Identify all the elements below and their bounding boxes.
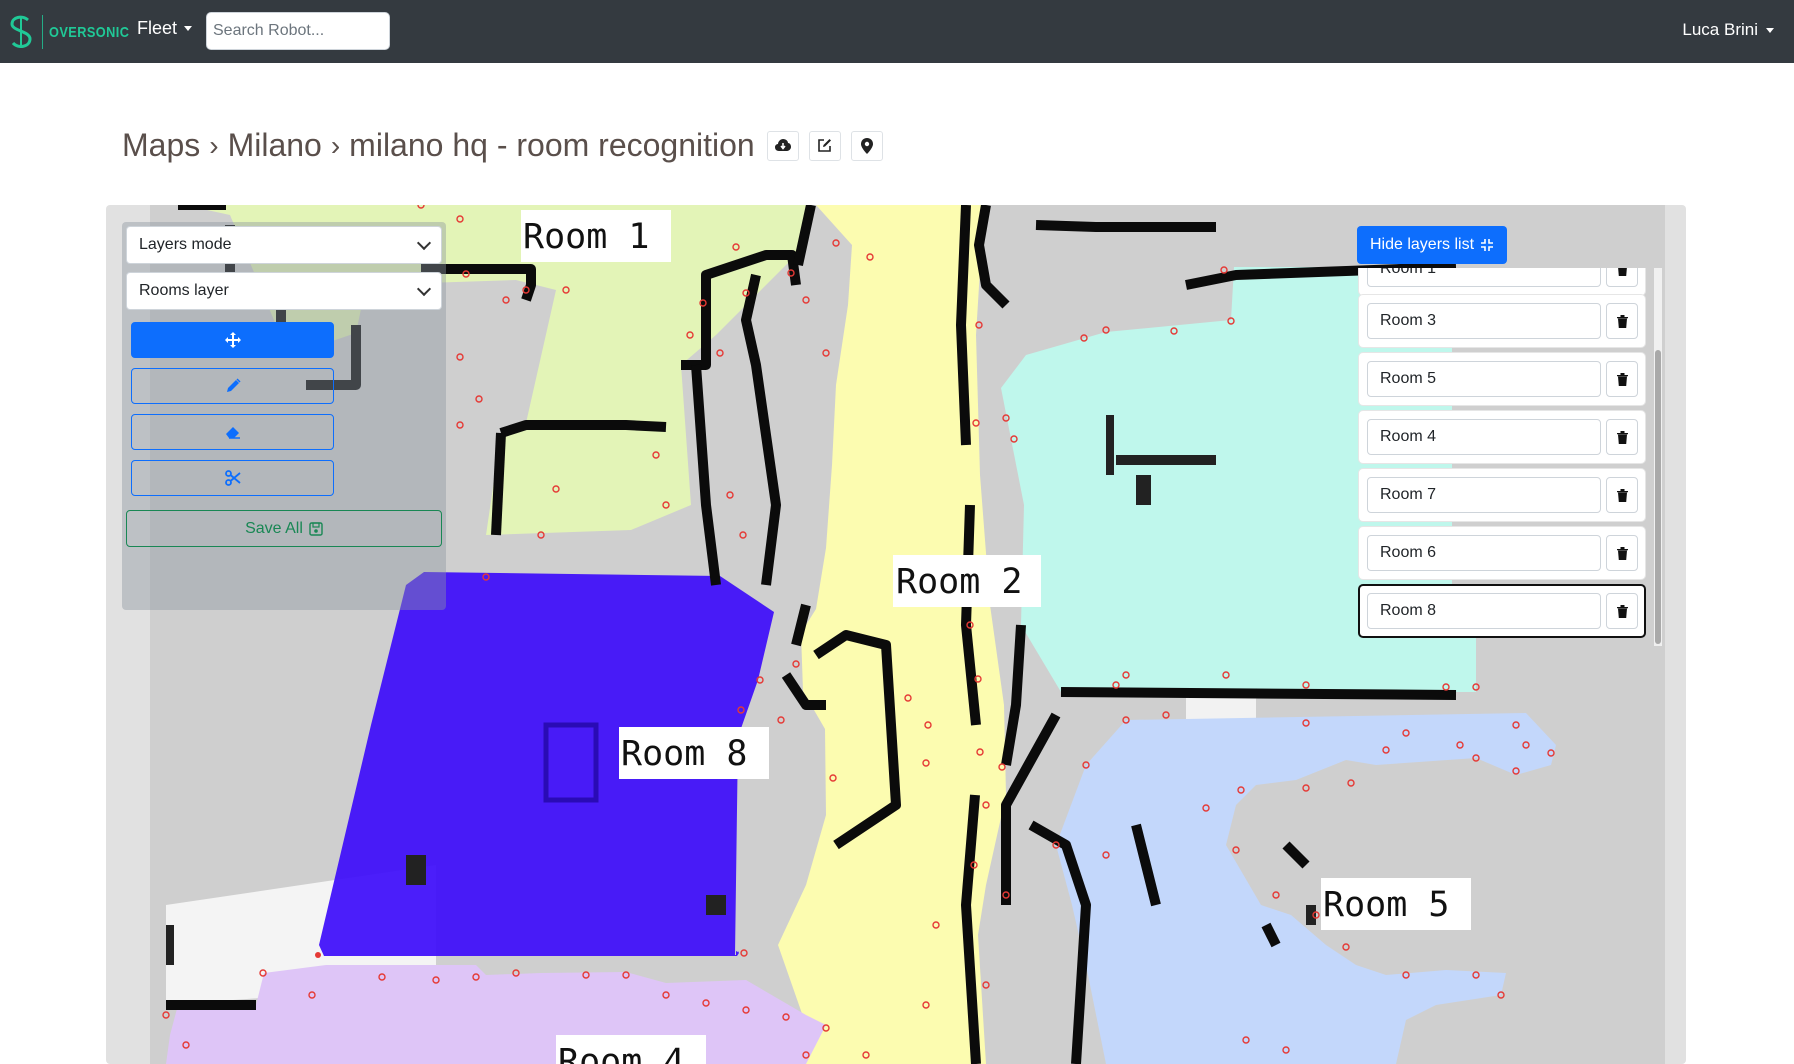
trash-icon bbox=[1616, 604, 1628, 618]
save-icon bbox=[309, 521, 323, 536]
trash-icon bbox=[1616, 314, 1628, 328]
trash-icon bbox=[1616, 488, 1628, 502]
layer-name-input[interactable]: Room 4 bbox=[1367, 419, 1601, 455]
edit-icon bbox=[818, 139, 832, 152]
user-menu[interactable]: Luca Brini bbox=[1682, 20, 1774, 40]
breadcrumb: Maps › Milano › milano hq - room recogni… bbox=[122, 127, 883, 164]
pen-icon bbox=[226, 378, 241, 392]
scissors-tool-button[interactable] bbox=[131, 460, 334, 496]
draw-tool-button[interactable] bbox=[131, 368, 334, 404]
scissors-icon bbox=[224, 470, 241, 486]
delete-layer-button[interactable] bbox=[1606, 361, 1638, 397]
arrows-move-icon bbox=[224, 332, 241, 348]
chevron-down-icon bbox=[184, 26, 193, 31]
trash-icon bbox=[1616, 546, 1628, 560]
map-marker-icon bbox=[860, 137, 873, 154]
delete-layer-button[interactable] bbox=[1606, 419, 1638, 455]
room-8-label: Room 8 bbox=[621, 734, 747, 774]
layer-select-value: Rooms layer bbox=[139, 282, 229, 299]
layer-name-input[interactable]: Room 3 bbox=[1367, 303, 1601, 339]
layer-item-room-4[interactable]: Room 4 bbox=[1358, 410, 1646, 464]
breadcrumb-separator: › bbox=[330, 129, 341, 161]
layer-name-input[interactable]: Room 8 bbox=[1367, 593, 1601, 629]
eraser-tool-button[interactable] bbox=[131, 414, 334, 450]
trash-icon bbox=[1616, 372, 1628, 386]
brand-name: OVERSONIC bbox=[49, 23, 130, 41]
layer-item-room-7[interactable]: Room 7 bbox=[1358, 468, 1646, 522]
oversonic-logo-icon bbox=[10, 15, 32, 48]
chevron-down-icon bbox=[416, 235, 432, 251]
cloud-download-icon bbox=[774, 138, 791, 151]
room-5-label: Room 5 bbox=[1323, 885, 1449, 925]
hide-layers-list-button[interactable]: Hide layers list bbox=[1357, 226, 1507, 264]
room-1-label: Room 1 bbox=[523, 217, 649, 257]
save-all-button[interactable]: Save All bbox=[126, 510, 442, 547]
edit-map-button[interactable] bbox=[808, 130, 841, 161]
cloud-download-button[interactable] bbox=[766, 130, 799, 161]
delete-layer-button[interactable] bbox=[1606, 268, 1638, 287]
layer-item-room-6[interactable]: Room 6 bbox=[1358, 526, 1646, 580]
layer-item-room-5[interactable]: Room 5 bbox=[1358, 352, 1646, 406]
save-all-label: Save All bbox=[245, 519, 303, 537]
breadcrumb-separator: › bbox=[209, 129, 219, 161]
delete-layer-button[interactable] bbox=[1606, 477, 1638, 513]
location-pin-button[interactable] bbox=[850, 130, 883, 161]
layer-name-input[interactable]: Room 6 bbox=[1367, 535, 1601, 571]
trash-icon bbox=[1616, 430, 1628, 444]
mode-select-value: Layers mode bbox=[139, 236, 232, 253]
layer-name-input[interactable]: Room 5 bbox=[1367, 361, 1601, 397]
room-2-label: Room 2 bbox=[896, 562, 1022, 602]
room-4-label: Room 4 bbox=[558, 1042, 684, 1064]
fleet-label: Fleet bbox=[137, 18, 178, 38]
user-name: Luca Brini bbox=[1682, 20, 1758, 39]
layer-name-input[interactable]: Room 1 bbox=[1367, 268, 1601, 287]
chevron-down-icon bbox=[416, 281, 432, 297]
layer-select[interactable]: Rooms layer bbox=[126, 272, 442, 310]
layers-list: Room 1 Room 3 Room 5 Room 4 Room 7 Room … bbox=[1356, 268, 1664, 646]
layer-name-input[interactable]: Room 7 bbox=[1367, 477, 1601, 513]
collapse-icon bbox=[1481, 239, 1494, 251]
delete-layer-button[interactable] bbox=[1606, 535, 1638, 571]
search-robot-input[interactable] bbox=[206, 12, 390, 50]
chevron-down-icon bbox=[1766, 27, 1774, 33]
page-title: milano hq - room recognition bbox=[349, 127, 755, 163]
delete-layer-button[interactable] bbox=[1606, 303, 1638, 339]
map-controls-panel: Layers mode Rooms layer Save All bbox=[122, 222, 446, 610]
move-tool-button[interactable] bbox=[131, 322, 334, 358]
brand-logo[interactable]: OVERSONIC bbox=[8, 12, 144, 52]
brand-separator bbox=[42, 15, 43, 49]
trash-icon bbox=[1617, 268, 1627, 276]
top-navbar: OVERSONIC Fleet Luca Brini bbox=[0, 0, 1794, 63]
hide-layers-label: Hide layers list bbox=[1369, 236, 1475, 253]
mode-select[interactable]: Layers mode bbox=[126, 226, 442, 264]
layer-item-room-8[interactable]: Room 8 bbox=[1358, 584, 1646, 638]
layer-item-room-3[interactable]: Room 3 bbox=[1358, 294, 1646, 348]
layer-item-room-1[interactable]: Room 1 bbox=[1358, 268, 1646, 296]
delete-layer-button[interactable] bbox=[1606, 593, 1638, 629]
breadcrumb-milano[interactable]: Milano bbox=[228, 127, 322, 164]
breadcrumb-maps[interactable]: Maps bbox=[122, 127, 200, 164]
fleet-dropdown[interactable]: Fleet bbox=[137, 18, 193, 39]
eraser-icon bbox=[225, 427, 240, 439]
